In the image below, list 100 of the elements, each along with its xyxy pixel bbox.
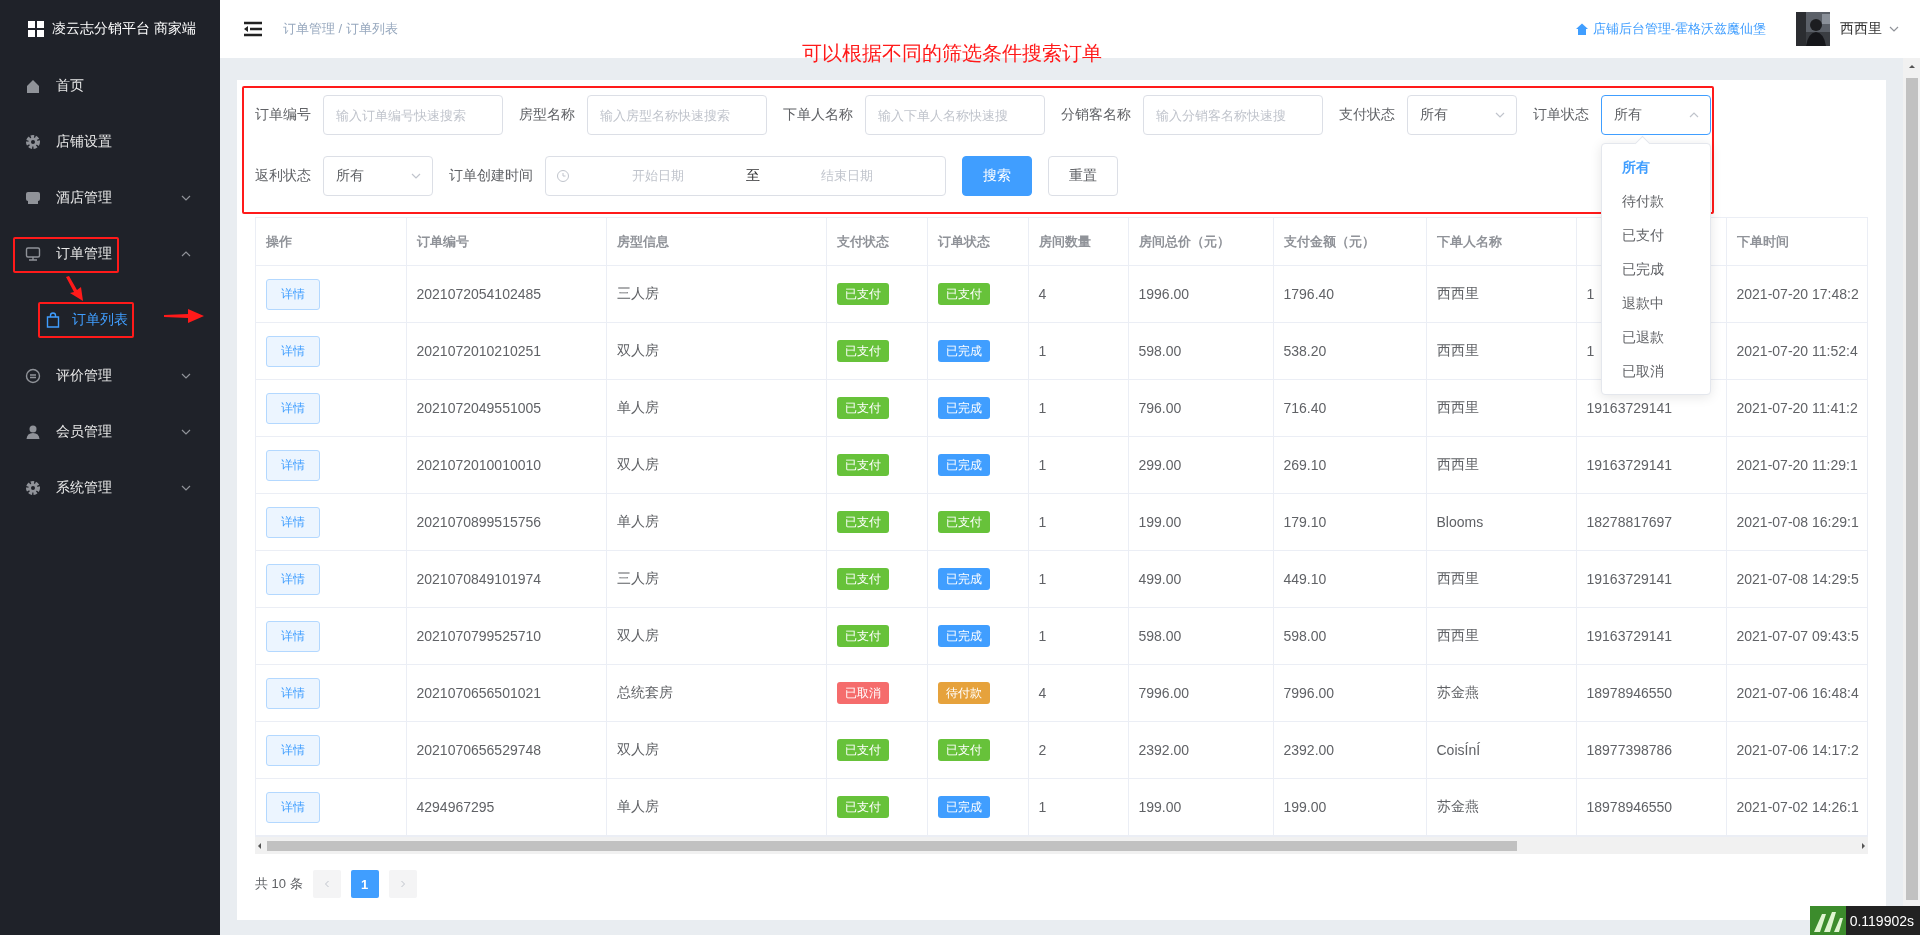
table-cell: 西西里 — [1436, 342, 1479, 360]
date-range-field[interactable]: 开始日期 至 结束日期 — [545, 156, 946, 196]
menu-icon — [24, 133, 42, 151]
menu-icon — [24, 189, 42, 207]
brand-title: 凌云志分销平台 商家端 — [52, 20, 196, 38]
table-cell: 4 — [1038, 685, 1047, 701]
select-field[interactable]: 所有 — [323, 156, 433, 196]
table-cell: 7996.00 — [1138, 685, 1190, 701]
table-cell: 1 — [1038, 514, 1047, 530]
user-menu[interactable]: 西西里 — [1840, 20, 1900, 38]
field-label: 分销客名称 — [1061, 106, 1131, 124]
table-cell: 2021072010210251 — [416, 343, 542, 359]
status-tag: 已支付 — [836, 454, 889, 476]
table-cell: 1 — [1038, 628, 1047, 644]
table-cell: 2021-07-20 17:48:2 — [1736, 286, 1859, 302]
table-cell: 19163729141 — [1586, 571, 1673, 587]
column-header: 操作 — [266, 233, 292, 249]
table-cell: Blooms — [1436, 514, 1484, 530]
table-cell: 2021072049551005 — [416, 400, 542, 416]
table-cell: 2021070899515756 — [416, 514, 542, 530]
table-cell: 18978946550 — [1586, 799, 1673, 815]
table-cell: 西西里 — [1436, 399, 1479, 417]
table-cell: 2 — [1038, 742, 1047, 758]
table-cell: 199.00 — [1138, 799, 1182, 815]
table-cell: 三人房 — [616, 570, 659, 588]
table-cell: 2021072054102485 — [416, 286, 542, 302]
menu-item[interactable]: 店铺设置 — [0, 114, 220, 170]
table-cell: 598.00 — [1283, 628, 1327, 644]
breadcrumb: 订单管理 / 订单列表 — [283, 20, 398, 38]
field-label: 支付状态 — [1339, 106, 1395, 124]
status-tag: 已支付 — [836, 340, 889, 362]
field-label: 订单状态 — [1533, 106, 1589, 124]
menu-item[interactable]: 酒店管理 — [0, 170, 220, 226]
status-tag: 已支付 — [836, 625, 889, 647]
table-cell: 1796.40 — [1283, 286, 1335, 302]
dropdown-option[interactable]: 已退款 — [1602, 320, 1710, 354]
search-field[interactable]: 输入房型名称快速搜索 — [587, 95, 767, 135]
field-label: 订单编号 — [255, 106, 311, 124]
status-tag: 已支付 — [937, 283, 990, 305]
dropdown-option[interactable]: 已完成 — [1602, 252, 1710, 286]
dropdown-option[interactable]: 已支付 — [1602, 218, 1710, 252]
submenu-item[interactable]: 订单列表 — [0, 292, 220, 348]
status-tag: 已取消 — [836, 682, 889, 704]
column-header: 支付状态 — [836, 233, 889, 249]
horizontal-scrollbar[interactable] — [255, 837, 1868, 854]
reset-button[interactable]: 重置 — [1048, 156, 1118, 196]
dropdown-option[interactable]: 待付款 — [1602, 184, 1710, 218]
status-tag: 已支付 — [836, 397, 889, 419]
bag-icon — [44, 311, 62, 329]
table-cell: 双人房 — [616, 741, 659, 759]
menu-item[interactable]: 首页 — [0, 58, 220, 114]
column-header: 订单编号 — [416, 233, 469, 249]
search-field[interactable]: 输入分销客名称快速搜 — [1143, 95, 1323, 135]
table-cell: 苏金燕 — [1436, 684, 1479, 702]
table-cell: 7996.00 — [1283, 685, 1335, 701]
logo-icon — [1809, 906, 1846, 935]
menu-icon — [24, 77, 42, 95]
dropdown-option[interactable]: 退款中 — [1602, 286, 1710, 320]
table-cell: 西西里 — [1436, 627, 1479, 645]
table-cell: 双人房 — [616, 456, 659, 474]
menu-item[interactable]: 系统管理 — [0, 460, 220, 516]
table-cell: 796.00 — [1138, 400, 1182, 416]
status-tag: 已支付 — [836, 796, 889, 818]
menu-icon[interactable] — [243, 21, 263, 37]
grid-icon — [28, 21, 44, 37]
select-field[interactable]: 所有 — [1407, 95, 1517, 135]
status-tag: 已完成 — [937, 625, 990, 647]
menu-item[interactable]: 会员管理 — [0, 404, 220, 460]
table-cell: 西西里 — [1436, 285, 1479, 303]
status-tag: 已完成 — [937, 454, 990, 476]
table-cell: 2392.00 — [1138, 742, 1190, 758]
table-cell: 18977398786 — [1586, 742, 1673, 758]
status-tag: 已完成 — [937, 796, 990, 818]
table-cell: 2021-07-06 14:17:2 — [1736, 742, 1859, 758]
menu-item[interactable]: 评价管理 — [0, 348, 220, 404]
dropdown-option[interactable]: 已取消 — [1602, 354, 1710, 388]
vertical-scrollbar[interactable] — [1903, 58, 1920, 906]
table-cell: 总统套房 — [616, 684, 673, 702]
table-cell: 双人房 — [616, 627, 659, 645]
menu-item[interactable]: 订单管理 — [0, 226, 220, 282]
table-cell: 4 — [1038, 286, 1047, 302]
menu-icon — [24, 367, 42, 385]
table-cell: 2021070799525710 — [416, 628, 542, 644]
table-cell: 18278817697 — [1586, 514, 1673, 530]
table-cell: 双人房 — [616, 342, 659, 360]
search-field[interactable]: 输入下单人名称快速搜 — [865, 95, 1045, 135]
table-cell: 2021-07-07 09:43:5 — [1736, 628, 1859, 644]
table-cell: 2021-07-20 11:52:4 — [1736, 343, 1858, 359]
field-label: 返利状态 — [255, 167, 311, 185]
status-tag: 待付款 — [937, 682, 990, 704]
table-cell: 1 — [1586, 343, 1595, 359]
table-cell: 2021-07-02 14:26:1 — [1736, 799, 1859, 815]
status-tag: 已完成 — [937, 340, 990, 362]
table-cell: 598.00 — [1138, 343, 1182, 359]
table-cell: 598.00 — [1138, 628, 1182, 644]
table-cell: 199.00 — [1283, 799, 1327, 815]
table-cell: 19163729141 — [1586, 628, 1673, 644]
status-tag: 已完成 — [937, 568, 990, 590]
status-tag: 已支付 — [836, 511, 889, 533]
search-field[interactable]: 输入订单编号快速搜索 — [323, 95, 503, 135]
